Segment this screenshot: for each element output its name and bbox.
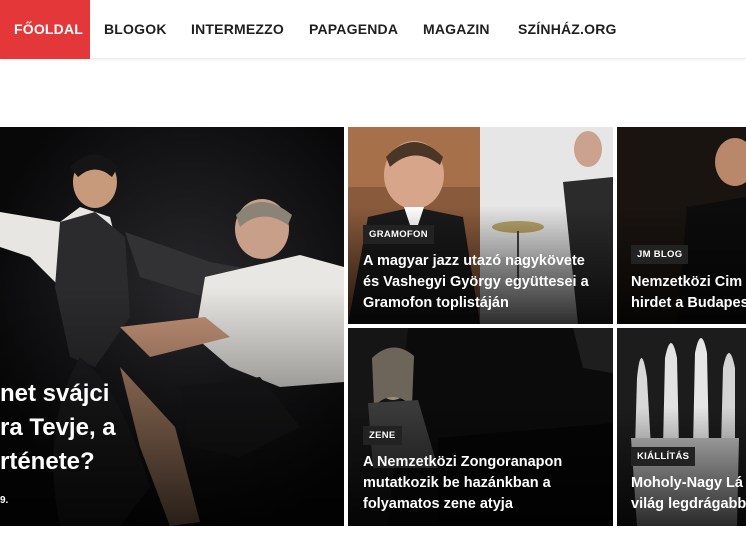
article-title-line[interactable]: folyamatos zene atyja: [363, 494, 562, 515]
article-tile-kiallitas[interactable]: KIÁLLÍTÁS Moholy-Nagy Lá világ legdrágab…: [617, 328, 746, 526]
featured-article-title[interactable]: net svájci ra Tevje, a rténete?: [0, 377, 116, 479]
category-badge[interactable]: GRAMOFON: [363, 225, 434, 244]
nav-item-magazin[interactable]: MAGAZIN: [423, 0, 490, 59]
article-title-line[interactable]: Nemzetközi Cim: [631, 272, 746, 293]
nav-item-fooldal[interactable]: FŐOLDAL: [0, 0, 90, 59]
featured-title-line[interactable]: ra Tevje, a: [0, 411, 116, 445]
featured-article-date: 9.: [0, 495, 9, 506]
article-tile-jm-blog[interactable]: JM BLOG Nemzetközi Cim hirdet a Budapes: [617, 127, 746, 324]
article-title-line[interactable]: hirdet a Budapes: [631, 293, 746, 314]
article-tile-gramofon[interactable]: GRAMOFON A magyar jazz utazó nagykövete …: [348, 127, 613, 324]
featured-title-line[interactable]: rténete?: [0, 445, 116, 479]
article-title-line[interactable]: és Vashegyi György együttesei a: [363, 272, 589, 293]
article-title-line[interactable]: Moholy-Nagy Lá: [631, 473, 746, 494]
nav-item-papagenda[interactable]: PAPAGENDA: [309, 0, 398, 59]
article-title[interactable]: Nemzetközi Cim hirdet a Budapes: [631, 272, 746, 314]
article-title-line[interactable]: A Nemzetközi Zongoranapon: [363, 452, 562, 473]
main-navigation: FŐOLDAL BLOGOK INTERMEZZO PAPAGENDA MAGA…: [0, 0, 746, 59]
article-title[interactable]: Moholy-Nagy Lá világ legdrágabb: [631, 473, 746, 515]
nav-item-szinhaz-org[interactable]: SZÍNHÁZ.ORG: [518, 0, 617, 59]
category-badge[interactable]: ZENE: [363, 426, 402, 445]
article-title-line[interactable]: A magyar jazz utazó nagykövete: [363, 251, 589, 272]
article-title[interactable]: A Nemzetközi Zongoranapon mutatkozik be …: [363, 452, 562, 515]
featured-title-line[interactable]: net svájci: [0, 377, 116, 411]
article-tile-zene[interactable]: ZENE A Nemzetközi Zongoranapon mutatkozi…: [348, 328, 613, 526]
article-title-line[interactable]: mutatkozik be hazánkban a: [363, 473, 562, 494]
category-badge[interactable]: JM BLOG: [631, 245, 689, 264]
category-badge[interactable]: KIÁLLÍTÁS: [631, 447, 696, 466]
article-title-line[interactable]: Gramofon toplistáján: [363, 293, 589, 314]
article-title[interactable]: A magyar jazz utazó nagykövete és Vasheg…: [363, 251, 589, 314]
nav-item-intermezzo[interactable]: INTERMEZZO: [191, 0, 284, 59]
article-title-line[interactable]: világ legdrágabb: [631, 494, 746, 515]
nav-item-blogok[interactable]: BLOGOK: [104, 0, 167, 59]
